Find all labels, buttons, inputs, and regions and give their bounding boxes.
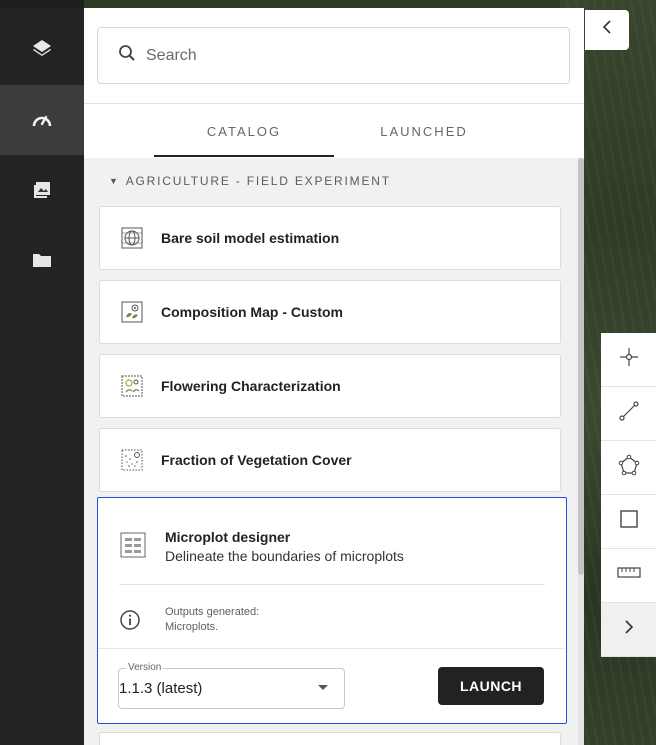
catalog-item-microplot-designer[interactable]: Microplot designer Delineate the boundar… <box>97 497 567 724</box>
layers-icon <box>31 38 53 58</box>
section-title: AGRICULTURE - FIELD EXPERIMENT <box>125 174 391 188</box>
folder-icon <box>31 251 53 269</box>
flower-icon <box>119 373 145 399</box>
line-icon <box>618 400 640 427</box>
leaf-target-icon <box>119 299 145 325</box>
catalog-item-composition-map[interactable]: Composition Map - Custom <box>99 280 561 344</box>
item-title: Microplot designer <box>165 529 291 545</box>
draw-point-button[interactable] <box>601 333 656 387</box>
draw-polygon-button[interactable] <box>601 441 656 495</box>
rectangle-icon <box>619 509 639 534</box>
ruler-icon <box>616 566 641 585</box>
catalog-item-label: Fraction of Vegetation Cover <box>161 452 352 468</box>
expand-toolbar-button[interactable] <box>601 603 656 657</box>
launch-button[interactable]: LAUNCH <box>438 667 544 705</box>
catalog-item-label: Bare soil model estimation <box>161 230 340 246</box>
outputs-label: Outputs generated: <box>165 606 260 618</box>
item-divider <box>119 584 545 585</box>
images-button[interactable] <box>0 155 84 225</box>
search-icon <box>118 44 136 67</box>
tab-catalog[interactable]: CATALOG <box>154 104 334 158</box>
catalog-panel: CATALOG LAUNCHED ▼ AGRICULTURE - FIELD E… <box>84 8 584 745</box>
scrollbar-thumb[interactable] <box>578 158 584 575</box>
item-description: Delineate the boundaries of microplots <box>165 548 404 564</box>
catalog-item-partial[interactable] <box>99 732 561 745</box>
catalog-item-label: Composition Map - Custom <box>161 304 343 320</box>
footer-divider <box>98 648 565 649</box>
rail-top-strip <box>0 0 84 8</box>
search-input[interactable] <box>146 46 546 65</box>
point-icon <box>618 346 640 373</box>
analytics-button[interactable] <box>0 85 84 155</box>
active-tab-indicator <box>154 155 334 157</box>
speedometer-icon <box>31 111 53 129</box>
catalog-item-vegetation-cover[interactable]: Fraction of Vegetation Cover <box>99 428 561 492</box>
layers-button[interactable] <box>0 13 84 83</box>
image-gallery-icon <box>32 180 52 200</box>
draw-rectangle-button[interactable] <box>601 495 656 549</box>
globe-grid-icon <box>119 225 145 251</box>
measure-button[interactable] <box>601 549 656 603</box>
caret-down-icon: ▼ <box>109 176 120 186</box>
version-select[interactable]: Version 1.1.3 (latest) <box>118 662 345 709</box>
folder-button[interactable] <box>0 225 84 295</box>
chevron-left-icon <box>602 20 612 39</box>
catalog-item-bare-soil[interactable]: Bare soil model estimation <box>99 206 561 270</box>
version-value: 1.1.3 (latest) <box>119 680 203 697</box>
catalog-item-label: Flowering Characterization <box>161 378 341 394</box>
chevron-down-icon <box>318 685 328 690</box>
collapse-panel-button[interactable] <box>585 10 629 50</box>
chevron-right-icon <box>624 620 634 639</box>
draw-line-button[interactable] <box>601 387 656 441</box>
outputs-value: Microplots. <box>165 621 219 633</box>
version-label: Version <box>126 662 164 673</box>
polygon-icon <box>618 454 640 481</box>
panel-header: CATALOG LAUNCHED <box>84 8 584 158</box>
tab-launched[interactable]: LAUNCHED <box>334 104 514 158</box>
left-rail <box>0 0 84 745</box>
catalog-item-flowering[interactable]: Flowering Characterization <box>99 354 561 418</box>
info-icon <box>119 609 141 631</box>
search-box[interactable] <box>97 27 570 84</box>
dotted-grid-icon <box>119 447 145 473</box>
section-header[interactable]: ▼ AGRICULTURE - FIELD EXPERIMENT <box>109 174 391 188</box>
microplot-grid-icon <box>120 532 146 558</box>
